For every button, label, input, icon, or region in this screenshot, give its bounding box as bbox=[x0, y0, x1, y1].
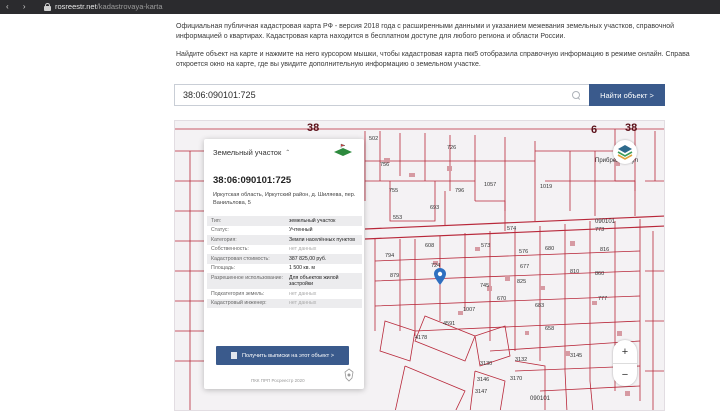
plot-label: 773 bbox=[595, 227, 605, 233]
plot-label: 1007 bbox=[463, 307, 476, 313]
search-input[interactable]: 38:06:090101:725 bbox=[174, 84, 589, 106]
emblem-icon bbox=[344, 368, 354, 382]
plot-label: 670 bbox=[497, 296, 507, 302]
plot-label: 573 bbox=[481, 243, 491, 249]
cadastral-number: 38:06:090101:725 bbox=[213, 175, 292, 186]
plot-label: 810 bbox=[570, 269, 580, 275]
plot-label: 756 bbox=[380, 162, 390, 168]
zoom-out-button[interactable]: − bbox=[613, 363, 637, 386]
plot-label: 553 bbox=[393, 215, 403, 221]
browser-toolbar: ‹ › rosreestr.net/kadastrovaya-karta bbox=[0, 0, 720, 14]
plot-label: 608 bbox=[425, 243, 435, 249]
plot-label: 796 bbox=[455, 188, 465, 194]
map-block-number: 38 bbox=[625, 122, 638, 134]
url-text[interactable]: rosreestr.net/kadastrovaya-karta bbox=[55, 2, 163, 11]
plot-label: 3147 bbox=[475, 389, 488, 395]
prop-row-cadastral-value: Кадастровая стоимость: 387 825,00 руб. bbox=[207, 254, 362, 264]
location-pin-icon[interactable] bbox=[434, 268, 446, 285]
intro-text: Официальная публичная кадастровая карта … bbox=[176, 22, 696, 78]
prop-row-status: Статус: Учтенный bbox=[211, 227, 313, 233]
plot-label: 860 bbox=[595, 271, 605, 277]
get-extract-label: Получить выписки на этот объект > bbox=[242, 352, 334, 359]
plot-label: 816 bbox=[600, 247, 610, 253]
plot-label: 693 bbox=[430, 205, 440, 211]
plot-label: 4178 bbox=[415, 335, 428, 341]
plot-label: 879 bbox=[390, 273, 400, 279]
zoom-control: + − bbox=[613, 340, 637, 386]
document-icon bbox=[231, 352, 238, 359]
plot-label: 680 bbox=[545, 246, 555, 252]
plot-label: 1019 bbox=[540, 184, 553, 190]
plot-label: 658 bbox=[545, 326, 555, 332]
map-block-number: 38 bbox=[307, 122, 320, 134]
search-input-value: 38:06:090101:725 bbox=[183, 90, 256, 100]
plot-label: 502 bbox=[369, 136, 379, 142]
prop-row-permitted-use: Разрешенное использование: Для объектов ж… bbox=[207, 273, 362, 289]
chevron-down-icon[interactable]: ⌃ bbox=[285, 149, 290, 156]
address-bar[interactable]: rosreestr.net/kadastrovaya-karta bbox=[44, 0, 163, 13]
plot-label: 3130 bbox=[480, 361, 493, 367]
zoom-in-button[interactable]: + bbox=[613, 340, 637, 363]
plot-label: 576 bbox=[519, 249, 529, 255]
plot-label: 3146 bbox=[477, 377, 490, 383]
get-extract-button[interactable]: Получить выписки на этот объект > bbox=[216, 346, 349, 365]
plot-label: 745 bbox=[480, 283, 490, 289]
plot-label: 3145 bbox=[570, 353, 583, 359]
plot-label: 777 bbox=[598, 296, 608, 302]
find-object-button[interactable]: Найти объект > bbox=[589, 84, 665, 106]
prop-row-cadastral-engineer: Кадастровый инженер: нет данных bbox=[207, 298, 362, 308]
land-parcel-icon bbox=[334, 143, 352, 156]
search-icon[interactable] bbox=[572, 90, 581, 100]
parcel-info-card: Земельный участок ⌃ 38:06:090101:725 Ирк… bbox=[204, 139, 364, 389]
prop-row-category: Категория: Земли населённых пунктов bbox=[207, 235, 362, 245]
card-type-label: Земельный участок bbox=[213, 148, 282, 157]
prop-row-ownership: Собственность: нет данных bbox=[211, 246, 317, 252]
intro-paragraph-1: Официальная публичная кадастровая карта … bbox=[176, 23, 675, 40]
street-label: 090101 bbox=[530, 396, 551, 402]
prop-row-area: Площадь: 1 500 кв. м bbox=[211, 265, 315, 271]
search-bar: 38:06:090101:725 Найти объект > bbox=[174, 84, 665, 106]
card-type-header[interactable]: Земельный участок ⌃ bbox=[213, 148, 290, 157]
plot-label: 3132 bbox=[515, 357, 528, 363]
plot-label: 1057 bbox=[484, 182, 497, 188]
prop-row-type: Тип: земельный участок bbox=[207, 216, 362, 226]
plot-label: 794 bbox=[385, 253, 395, 259]
parcel-properties: Тип: земельный участок Статус: Учтенный Ка… bbox=[207, 216, 362, 308]
map-layers-button[interactable] bbox=[613, 140, 637, 164]
plot-label: 825 bbox=[517, 279, 527, 285]
plot-label: 755 bbox=[389, 188, 399, 194]
street-label: 090101 bbox=[595, 219, 616, 225]
lock-icon bbox=[44, 2, 51, 11]
card-footer: ПКК ПРП Росреестр 2020 bbox=[251, 378, 305, 383]
prop-row-land-subcategory: Подкатегория земель: нет данных bbox=[211, 290, 317, 297]
plot-label: 677 bbox=[520, 264, 530, 270]
plot-label: 683 bbox=[535, 303, 545, 309]
plot-label: 726 bbox=[447, 145, 457, 151]
plot-label: 3170 bbox=[510, 376, 523, 382]
layers-icon bbox=[617, 145, 633, 160]
intro-paragraph-2: Найдите объект на карте и нажмите на нег… bbox=[176, 51, 690, 68]
plot-label: 574 bbox=[507, 226, 517, 232]
parcel-address: Иркутская область, Иркутский район, д. Ш… bbox=[213, 192, 356, 206]
nav-arrows-icon[interactable]: ‹ › bbox=[6, 2, 32, 11]
map-block-number: 6 bbox=[591, 124, 598, 136]
plot-label: 4591 bbox=[443, 321, 456, 327]
